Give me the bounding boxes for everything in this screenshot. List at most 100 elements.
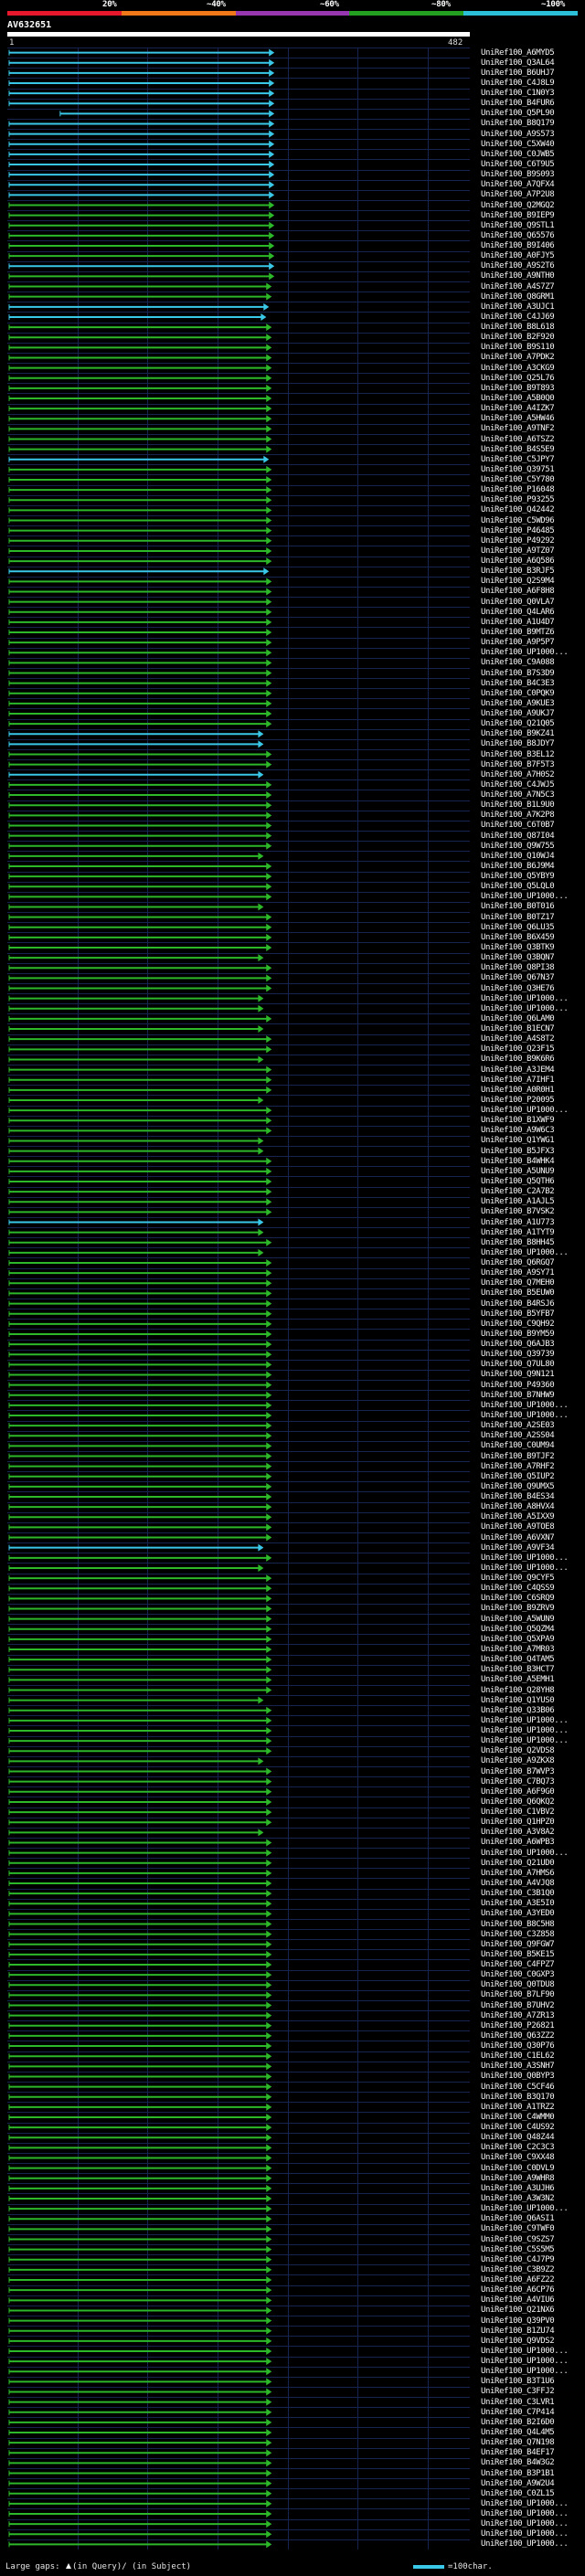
hit-id-label[interactable]: UniRef100_B4C3E3 [481, 679, 555, 688]
hit-id-label[interactable]: UniRef100_B9S110 [481, 343, 555, 352]
hit-bar[interactable] [8, 496, 272, 504]
hit-bar[interactable] [8, 1890, 272, 1898]
hit-id-label[interactable]: UniRef100_B3HCT7 [481, 1665, 555, 1674]
hit-id-label[interactable]: UniRef100_B8Q179 [481, 119, 555, 128]
hit-id-label[interactable]: UniRef100_Q7UL80 [481, 1360, 555, 1369]
hit-bar[interactable] [8, 628, 272, 636]
hit-id-label[interactable]: UniRef100_Q21Q05 [481, 719, 555, 728]
hit-bar[interactable] [8, 699, 272, 707]
hit-id-label[interactable]: UniRef100_C3Z858 [481, 1930, 555, 1939]
hit-bar[interactable] [8, 1259, 272, 1267]
hit-bar[interactable] [8, 873, 272, 881]
hit-bar[interactable] [8, 994, 264, 1002]
hit-bar[interactable] [8, 1045, 272, 1054]
hit-bar[interactable] [8, 100, 275, 108]
hit-id-label[interactable]: UniRef100_P26821 [481, 2021, 555, 2030]
hit-id-label[interactable]: UniRef100_A3E5I0 [481, 1899, 555, 1908]
hit-id-label[interactable]: UniRef100_A7ZR13 [481, 2011, 555, 2020]
hit-bar[interactable] [8, 1157, 272, 1165]
hit-id-label[interactable]: UniRef100_C5S5M5 [481, 2245, 555, 2254]
hit-bar[interactable] [8, 2306, 272, 2315]
hit-id-label[interactable]: UniRef100_Q6QKQ2 [481, 1797, 555, 1807]
hit-bar[interactable] [8, 2072, 272, 2081]
hit-id-label[interactable]: UniRef100_B4RSJ6 [481, 1299, 555, 1309]
hit-bar[interactable] [8, 649, 272, 657]
hit-bar[interactable] [8, 842, 272, 850]
hit-bar[interactable] [8, 1757, 264, 1765]
hit-id-label[interactable]: UniRef100_A5EMH1 [481, 1675, 555, 1684]
hit-id-label[interactable]: UniRef100_A7HMS6 [481, 1869, 555, 1878]
hit-bar[interactable] [8, 1198, 272, 1206]
hit-id-label[interactable]: UniRef100_B9MTZ6 [481, 628, 555, 637]
hit-id-label[interactable]: UniRef100_A7N5C3 [481, 790, 555, 800]
hit-id-label[interactable]: UniRef100_C3B9Z2 [481, 2265, 555, 2274]
hit-id-label[interactable]: UniRef100_C1EL62 [481, 2051, 555, 2061]
hit-id-label[interactable]: UniRef100_UP1000... [481, 2539, 569, 2549]
hit-bar[interactable] [8, 2134, 272, 2142]
hit-id-label[interactable]: UniRef100_A9TZ07 [481, 546, 555, 556]
hit-bar[interactable] [8, 1279, 272, 1288]
hit-bar[interactable] [8, 1238, 272, 1246]
hit-bar[interactable] [8, 1411, 272, 1419]
hit-id-label[interactable]: UniRef100_B8C5H8 [481, 1920, 555, 1929]
hit-id-label[interactable]: UniRef100_A4S8T2 [481, 1034, 555, 1044]
hit-bar[interactable] [8, 780, 272, 789]
hit-bar[interactable] [8, 2510, 272, 2518]
hit-id-label[interactable]: UniRef100_B3T1U6 [481, 2377, 555, 2386]
hit-bar[interactable] [8, 862, 272, 870]
hit-bar[interactable] [8, 2358, 272, 2366]
hit-bar[interactable] [8, 1971, 272, 1979]
hit-id-label[interactable]: UniRef100_A6WPB3 [481, 1838, 555, 1847]
hit-bar[interactable] [8, 262, 275, 270]
hit-id-label[interactable]: UniRef100_A9W6C3 [481, 1126, 555, 1135]
hit-id-label[interactable]: UniRef100_C0PQK9 [481, 689, 555, 698]
hit-bar[interactable] [8, 1706, 272, 1714]
hit-bar[interactable] [8, 242, 275, 250]
hit-id-label[interactable]: UniRef100_B7F5T3 [481, 760, 555, 769]
hit-id-label[interactable]: UniRef100_A7P2U8 [481, 190, 555, 199]
hit-id-label[interactable]: UniRef100_B5YFB7 [481, 1309, 555, 1319]
hit-bar[interactable] [8, 1595, 272, 1603]
hit-id-label[interactable]: UniRef100_UP1000... [481, 1248, 569, 1257]
hit-bar[interactable] [8, 1442, 272, 1450]
hit-id-label[interactable]: UniRef100_B4WHK4 [481, 1157, 555, 1166]
hit-id-label[interactable]: UniRef100_Q67N37 [481, 973, 555, 982]
hit-id-label[interactable]: UniRef100_A7K2P8 [481, 811, 555, 820]
hit-bar[interactable] [8, 2103, 272, 2111]
hit-bar[interactable] [8, 1879, 272, 1887]
hit-bar[interactable] [8, 689, 272, 697]
hit-bar[interactable] [8, 1309, 272, 1318]
hit-bar[interactable] [8, 1666, 272, 1674]
hit-bar[interactable] [8, 1696, 264, 1704]
hit-id-label[interactable]: UniRef100_Q21NX6 [481, 2306, 555, 2315]
hit-id-label[interactable]: UniRef100_UP1000... [481, 1401, 569, 1410]
hit-bar[interactable] [8, 171, 275, 179]
hit-id-label[interactable]: UniRef100_B9TJF2 [481, 1452, 555, 1461]
hit-bar[interactable] [8, 1248, 264, 1256]
hit-id-label[interactable]: UniRef100_C6T0B7 [481, 821, 555, 830]
hit-id-label[interactable]: UniRef100_UP1000... [481, 2499, 569, 2508]
hit-id-label[interactable]: UniRef100_UP1000... [481, 2529, 569, 2539]
hit-bar[interactable] [8, 1930, 272, 1938]
hit-bar[interactable] [8, 1635, 272, 1643]
hit-id-label[interactable]: UniRef100_C5Y780 [481, 475, 555, 484]
hit-id-label[interactable]: UniRef100_C5JPY7 [481, 455, 555, 464]
hit-id-label[interactable]: UniRef100_C3FFJ2 [481, 2387, 555, 2396]
hit-bar[interactable] [8, 1391, 272, 1399]
hit-id-label[interactable]: UniRef100_B9T893 [481, 384, 555, 393]
hit-bar[interactable] [8, 455, 270, 463]
hit-id-label[interactable]: UniRef100_B1XWF9 [481, 1116, 555, 1125]
hit-bar[interactable] [8, 1503, 272, 1511]
hit-bar[interactable] [8, 822, 272, 830]
hit-bar[interactable] [8, 1289, 272, 1298]
hit-bar[interactable] [8, 801, 272, 810]
hit-bar[interactable] [8, 272, 275, 281]
hit-bar[interactable] [8, 1371, 272, 1379]
hit-id-label[interactable]: UniRef100_UP1000... [481, 1553, 569, 1563]
hit-bar[interactable] [8, 1147, 264, 1155]
hit-id-label[interactable]: UniRef100_Q7N198 [481, 2438, 555, 2447]
hit-id-label[interactable]: UniRef100_B8L618 [481, 323, 555, 332]
hit-id-label[interactable]: UniRef100_Q9W755 [481, 842, 555, 851]
hit-id-label[interactable]: UniRef100_Q23F15 [481, 1044, 555, 1054]
hit-bar[interactable] [8, 578, 272, 586]
